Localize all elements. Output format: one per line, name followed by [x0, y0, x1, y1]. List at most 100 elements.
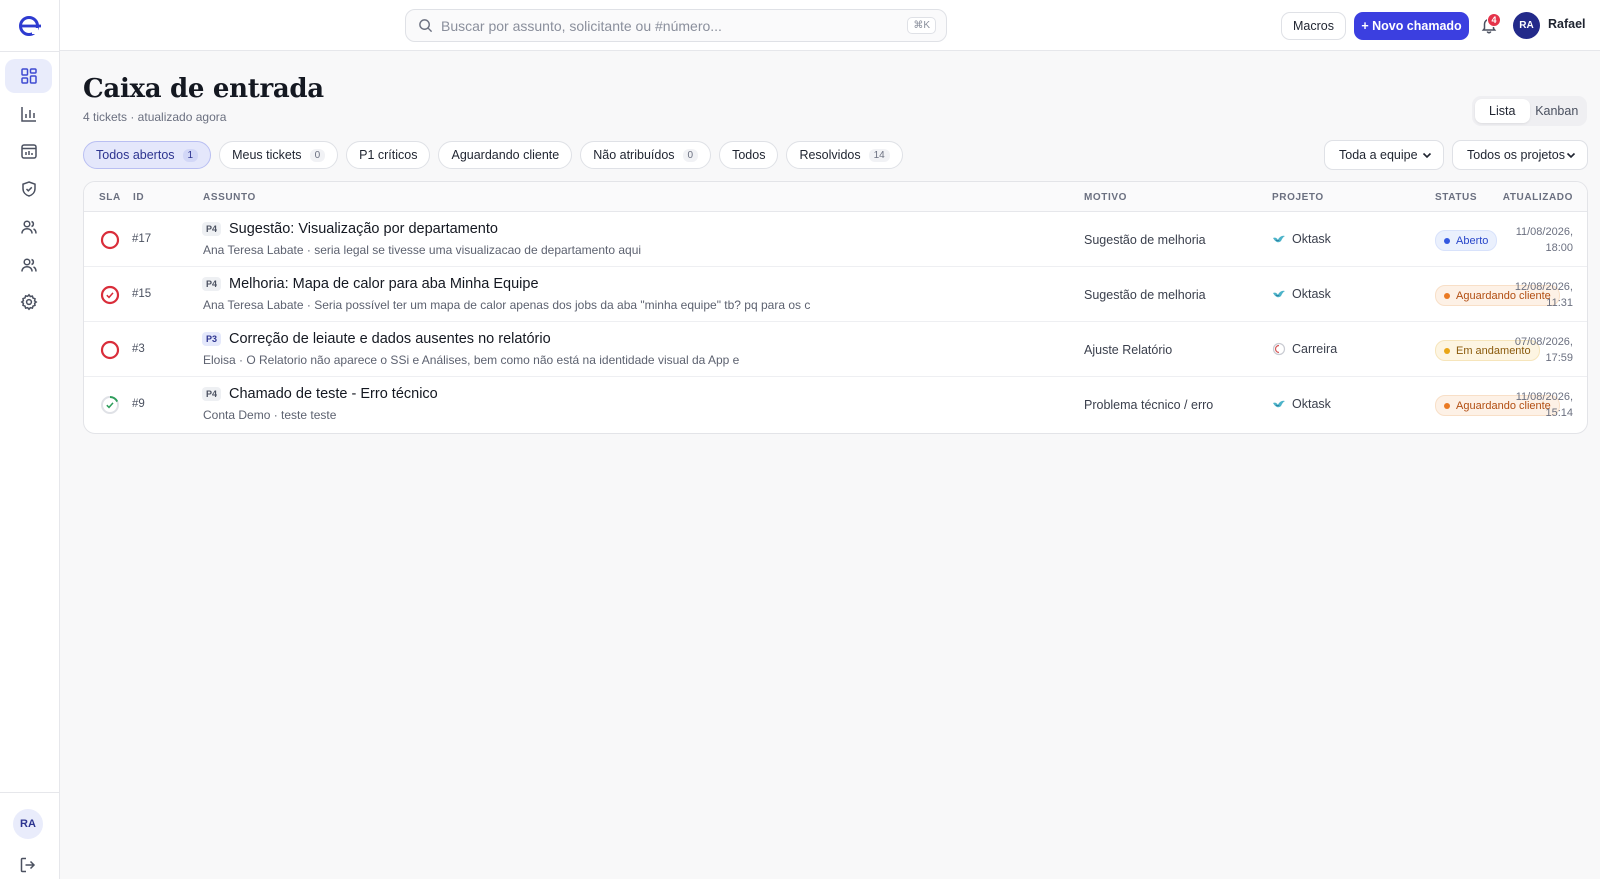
- status-badge: Aberto: [1435, 230, 1498, 251]
- filter-all-open[interactable]: Todos abertos 1: [83, 141, 212, 169]
- ticket-project: Oktask: [1272, 397, 1331, 411]
- search-shortcut: ⌘K: [907, 17, 936, 34]
- gear-icon: [20, 293, 37, 311]
- column-header-project[interactable]: PROJETO: [1272, 192, 1324, 203]
- search-icon: [419, 19, 433, 33]
- filter-awaiting-client[interactable]: Aguardando cliente: [438, 141, 573, 169]
- user-avatar[interactable]: RA: [1513, 12, 1540, 39]
- users-icon: [20, 220, 37, 234]
- view-toggle: Lista Kanban: [1472, 96, 1587, 126]
- updated-date: 11/08/2026,: [1515, 226, 1573, 238]
- sidebar-item-dashboard[interactable]: [5, 59, 52, 93]
- project-name: Oktask: [1292, 397, 1331, 411]
- new-ticket-button[interactable]: + Novo chamado: [1354, 12, 1469, 40]
- search-input[interactable]: [441, 17, 908, 34]
- ticket-id: #15: [132, 288, 152, 300]
- view-list-button[interactable]: Lista: [1475, 99, 1530, 123]
- filter-label: Resolvidos: [799, 148, 861, 162]
- ticket-subject[interactable]: Correção de leiaute e dados ausentes no …: [229, 331, 551, 347]
- ticket-subject[interactable]: Melhoria: Mapa de calor para aba Minha E…: [229, 276, 539, 292]
- sidebar-item-users[interactable]: [5, 210, 52, 244]
- carreira-logo-icon: [1272, 342, 1286, 356]
- macros-button[interactable]: Macros: [1281, 12, 1346, 40]
- calendar-chart-icon: [20, 144, 37, 159]
- column-header-id[interactable]: ID: [133, 192, 144, 203]
- filter-all[interactable]: Todos: [719, 141, 779, 169]
- sla-breached-icon: [100, 340, 120, 360]
- sidebar-divider: [0, 51, 60, 52]
- ticket-subject[interactable]: Chamado de teste - Erro técnico: [229, 386, 438, 402]
- filter-unassigned[interactable]: Não atribuídos 0: [580, 141, 712, 169]
- sidebar-item-settings[interactable]: [5, 285, 52, 319]
- filter-label: Aguardando cliente: [451, 148, 560, 162]
- table-header: SLA ID ASSUNTO MOTIVO PROJETO STATUS ATU…: [84, 182, 1587, 212]
- project-name: Oktask: [1292, 232, 1331, 246]
- column-header-reason[interactable]: MOTIVO: [1084, 192, 1127, 203]
- updated-time: 15:14: [1545, 407, 1573, 419]
- projects-select[interactable]: Todos os projetos: [1452, 140, 1588, 170]
- user-name[interactable]: Rafael: [1548, 17, 1586, 31]
- chevron-down-icon: [1566, 152, 1576, 159]
- column-header-updated[interactable]: ATUALIZADO: [1503, 192, 1573, 203]
- column-header-sla[interactable]: SLA: [99, 192, 121, 203]
- ticket-updated: 07/08/2026, 17:59: [1515, 334, 1573, 366]
- sidebar-item-projects[interactable]: [5, 134, 52, 168]
- column-header-status[interactable]: STATUS: [1435, 192, 1477, 203]
- filter-label: Todos: [732, 148, 766, 162]
- ticket-reason: Sugestão de melhoria: [1084, 288, 1206, 302]
- status-label: Aberto: [1456, 234, 1489, 247]
- sidebar-avatar[interactable]: RA: [13, 809, 43, 839]
- ticket-subject[interactable]: Sugestão: Visualização por departamento: [229, 221, 498, 237]
- ticket-updated: 11/08/2026, 15:14: [1516, 389, 1573, 421]
- sidebar-item-team[interactable]: [5, 248, 52, 282]
- page-title: Caixa de entrada: [83, 74, 324, 104]
- updated-date: 07/08/2026,: [1514, 336, 1573, 348]
- updated-time: 17:59: [1545, 352, 1573, 364]
- search-box[interactable]: ⌘K: [405, 9, 947, 42]
- priority-badge: P4: [202, 222, 222, 236]
- ticket-updated: 11/08/2026, 18:00: [1516, 224, 1573, 256]
- table-row[interactable]: #17 P4 Sugestão: Visualização por depart…: [84, 212, 1587, 267]
- filter-my-tickets[interactable]: Meus tickets 0: [219, 141, 339, 169]
- ticket-preview: Ana Teresa Labate · Seria possível ter u…: [203, 298, 811, 312]
- filter-label: Todos abertos: [96, 148, 175, 162]
- bird-logo-icon: [1273, 235, 1285, 243]
- sla-breached-icon: [100, 230, 120, 250]
- projects-select-value: Todos os projetos: [1467, 148, 1565, 162]
- app-logo-icon[interactable]: [17, 13, 43, 39]
- status-dot: [1444, 347, 1450, 354]
- tickets-table: SLA ID ASSUNTO MOTIVO PROJETO STATUS ATU…: [83, 181, 1588, 434]
- filter-p1-critical[interactable]: P1 críticos: [346, 141, 431, 169]
- sidebar-item-reports[interactable]: [5, 97, 52, 131]
- filter-resolved[interactable]: Resolvidos 14: [786, 141, 903, 169]
- logout-icon[interactable]: [19, 856, 37, 874]
- table-row[interactable]: #15 P4 Melhoria: Mapa de calor para aba …: [84, 267, 1587, 322]
- filter-count: 14: [868, 148, 890, 162]
- status-dot: [1444, 402, 1450, 409]
- ticket-id: #3: [132, 343, 145, 355]
- sidebar-item-security[interactable]: [5, 172, 52, 206]
- column-header-subject[interactable]: ASSUNTO: [203, 192, 256, 203]
- ticket-reason: Ajuste Relatório: [1084, 343, 1173, 357]
- ticket-project: Oktask: [1272, 232, 1331, 246]
- updated-time: 18:00: [1545, 242, 1573, 254]
- project-name: Oktask: [1292, 287, 1331, 301]
- bar-chart-icon: [20, 107, 36, 122]
- ticket-preview: Eloisa · O Relatorio não aparece o SSi e…: [203, 353, 740, 367]
- table-row[interactable]: #3 P3 Correção de leiaute e dados ausent…: [84, 322, 1587, 377]
- filter-label: P1 críticos: [359, 148, 418, 162]
- ticket-preview: Conta Demo · teste teste: [203, 408, 337, 422]
- team-icon: [20, 258, 37, 272]
- ticket-project: Oktask: [1272, 287, 1331, 301]
- ticket-project: Carreira: [1272, 342, 1337, 356]
- table-row[interactable]: #9 P4 Chamado de teste - Erro técnico Co…: [84, 377, 1587, 432]
- status-dot: [1444, 292, 1450, 299]
- view-kanban-button[interactable]: Kanban: [1530, 99, 1585, 123]
- ticket-updated: 12/08/2026, 11:31: [1515, 279, 1573, 311]
- team-select[interactable]: Toda a equipe: [1324, 140, 1444, 170]
- ticket-preview: Ana Teresa Labate · seria legal se tives…: [203, 243, 642, 257]
- priority-badge: P3: [202, 332, 222, 346]
- bird-logo-icon: [1273, 290, 1285, 298]
- ticket-reason: Sugestão de melhoria: [1084, 233, 1206, 247]
- filter-chips: Todos abertos 1 Meus tickets 0 P1 críticos…: [83, 141, 903, 169]
